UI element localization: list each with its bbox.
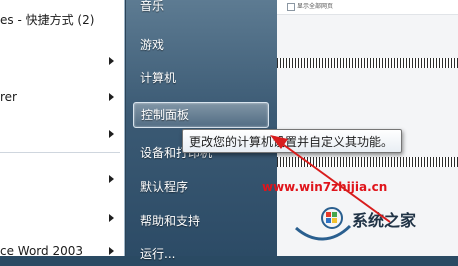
submenu-arrow-icon[interactable] — [109, 214, 114, 222]
menu-item-games[interactable]: 游戏 — [133, 33, 267, 57]
window-topbar: 显示全部网页 — [277, 0, 458, 15]
submenu-arrow-icon[interactable] — [109, 93, 114, 101]
menu-item-music[interactable]: 音乐 — [133, 0, 267, 18]
separator — [0, 152, 120, 153]
program-item-label: es - 快捷方式 (2) — [0, 13, 95, 27]
submenu-arrow-icon[interactable] — [109, 130, 114, 138]
menu-item-label: 计算机 — [140, 71, 177, 85]
program-item[interactable] — [0, 52, 124, 74]
menu-item-default-programs[interactable]: 默认程序 — [133, 175, 267, 199]
submenu-arrow-icon[interactable] — [109, 175, 114, 183]
program-item[interactable] — [0, 209, 124, 231]
menu-item-label: 默认程序 — [140, 180, 189, 194]
program-item-shortcut[interactable]: es - 快捷方式 (2) — [0, 11, 124, 33]
start-menu-program-list: es - 快捷方式 (2) rer ce Word 2003 — [0, 0, 124, 258]
program-item-label: ce Word 2003 — [0, 244, 83, 258]
menu-item-label: 游戏 — [140, 38, 165, 52]
watermark-logo: 系统之家 — [288, 188, 458, 248]
watermark-brand: 系统之家 — [352, 211, 417, 230]
menu-item-help-support[interactable]: 帮助和支持 — [133, 209, 267, 233]
submenu-arrow-icon[interactable] — [109, 247, 114, 255]
program-item[interactable] — [0, 125, 124, 147]
spiral-binding-decoration — [277, 58, 458, 68]
submenu-arrow-icon[interactable] — [109, 57, 114, 65]
checkbox-label: 显示全部网页 — [297, 3, 334, 10]
spiral-binding-decoration — [277, 157, 458, 167]
menu-item-label: 音乐 — [140, 0, 165, 13]
checkbox[interactable] — [287, 3, 295, 11]
program-item-explorer[interactable]: rer — [0, 88, 124, 110]
tooltip-text: 更改您的计算机设置并自定义其功能。 — [189, 135, 394, 149]
menu-item-computer[interactable]: 计算机 — [133, 66, 267, 90]
menu-item-label: 控制面板 — [141, 108, 190, 122]
program-item-word[interactable]: ce Word 2003 — [0, 242, 124, 264]
program-item-label: rer — [0, 90, 17, 104]
control-panel-tooltip: 更改您的计算机设置并自定义其功能。 — [182, 129, 402, 153]
menu-item-label: 运行... — [140, 247, 176, 261]
start-menu-right-pane: 音乐 游戏 计算机 控制面板 设备和打印机 默认程序 帮助和支持 运行... — [124, 0, 278, 261]
program-item[interactable] — [0, 170, 124, 192]
menu-item-label: 帮助和支持 — [140, 214, 201, 228]
menu-item-control-panel[interactable]: 控制面板 — [133, 102, 269, 128]
menu-item-run[interactable]: 运行... — [133, 242, 267, 266]
